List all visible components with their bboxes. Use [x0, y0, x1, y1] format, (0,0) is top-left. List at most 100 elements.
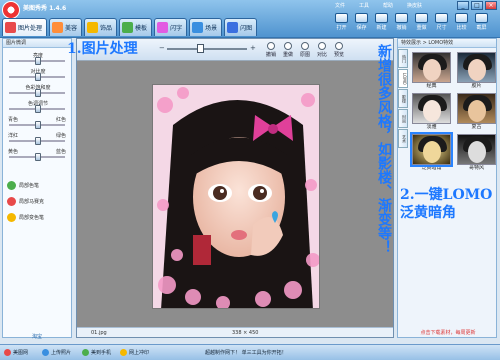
canvas-compare-button[interactable]: 对比 [314, 42, 330, 58]
main-tabs: 图片处理 美容 饰品 模板 闪字 场景 闪图 [2, 18, 258, 36]
preview-icon [335, 42, 343, 50]
effect-gothic[interactable]: 哥特风 [457, 134, 496, 172]
cyan-red-slider[interactable]: 青色 红色 [3, 116, 71, 132]
tab-beauty[interactable]: 美容 [49, 18, 83, 36]
tab-scene[interactable]: 场景 [189, 18, 223, 36]
resize-icon [435, 13, 448, 23]
contrast-slider[interactable]: 对比度 [3, 68, 71, 84]
undo-icon [395, 13, 408, 23]
tab-image-processing[interactable]: 图片处理 [2, 18, 48, 36]
redo-button[interactable]: 重做 [413, 13, 430, 31]
image-dimensions: 338 × 450 [232, 330, 259, 336]
effect-category-tabs: 热门 LOMO 影楼 时尚 艺术 [398, 49, 408, 149]
send-to-phone-link[interactable]: 美到手机 [82, 349, 111, 356]
meitu-site-link[interactable]: 美图网 [4, 349, 28, 356]
minimize-button[interactable]: _ [457, 1, 469, 10]
zoom-knob[interactable] [197, 44, 204, 53]
slider-knob[interactable] [35, 153, 41, 161]
effect-grid: 经典 胶片 淡雅 复古 泛黄暗角 哥特风 [410, 52, 496, 172]
tab-flash-image[interactable]: 闪图 [224, 18, 258, 36]
new-button[interactable]: 新建 [373, 13, 390, 31]
menu-help[interactable]: 帮助 [383, 2, 393, 9]
tab-art[interactable]: 艺术 [398, 129, 408, 148]
taobao-link[interactable]: 淘宝 [2, 333, 72, 343]
brightness-slider[interactable]: 亮度 [3, 52, 71, 68]
tab-templates[interactable]: 模板 [119, 18, 153, 36]
tab-studio[interactable]: 影楼 [398, 89, 408, 108]
app-window: 美图秀秀 1.4.6 文件 工具 帮助 换皮肤 _ □ × 图片处理 美容 饰品… [0, 0, 500, 360]
template-icon [122, 22, 134, 33]
effect-film[interactable]: 胶片 [457, 52, 496, 90]
yellow-blue-slider[interactable]: 黄色 蓝色 [3, 148, 71, 164]
local-color-pen-button[interactable]: 局部色笔 [7, 179, 67, 192]
canvas-status-bar: 01.jpg 338 × 450 [77, 327, 393, 337]
hue-slider[interactable]: 色调调节 [3, 100, 71, 116]
maximize-button[interactable]: □ [471, 1, 483, 10]
compare-button[interactable]: 比较 [453, 13, 470, 31]
effect-thumbnail [412, 52, 451, 83]
animation-icon [227, 22, 239, 33]
menu-file[interactable]: 文件 [335, 2, 345, 9]
canvas-redo-button[interactable]: 重做 [280, 42, 296, 58]
slider-knob[interactable] [35, 57, 41, 65]
tab-fashion[interactable]: 时尚 [398, 109, 408, 128]
annotation-vertical: 新增很多风格，如影楼、渐变等！ [376, 44, 392, 254]
slider-knob[interactable] [35, 105, 41, 113]
adjust-panel: 图片微调 亮度 对比度 色彩饱和度 色调调节 青色 红色 洋红 绿色 黄色 蓝色… [2, 38, 72, 338]
menu-bar: 文件 工具 帮助 换皮肤 [335, 2, 422, 9]
undo-button[interactable]: 撤销 [393, 13, 410, 31]
mosaic-icon [7, 197, 16, 206]
effects-panel-header: 特效展示 > LOMO特效 [398, 39, 496, 48]
screenshot-button[interactable]: 截屏 [473, 13, 490, 31]
upload-photo-link[interactable]: 上传照片 [42, 349, 71, 356]
annotation-lomo: 2.一键LOMO 泛黄暗角 [400, 187, 493, 221]
menu-tools[interactable]: 工具 [359, 2, 369, 9]
zoom-out-icon[interactable]: − [159, 44, 165, 52]
effect-classic[interactable]: 经典 [412, 52, 451, 90]
effect-retro[interactable]: 复古 [457, 93, 496, 131]
effect-elegant[interactable]: 淡雅 [412, 93, 451, 131]
save-icon [355, 13, 368, 23]
effect-thumbnail [457, 93, 496, 124]
slider-knob[interactable] [35, 73, 41, 81]
slider-knob[interactable] [35, 137, 41, 145]
local-recolor-button[interactable]: 局部变色笔 [7, 211, 67, 224]
close-button[interactable]: × [485, 1, 497, 10]
app-title: 美图秀秀 1.4.6 [23, 5, 67, 12]
file-name: 01.jpg [91, 330, 107, 336]
local-mosaic-button[interactable]: 局部马赛克 [7, 195, 67, 208]
online-print-link[interactable]: 网上冲印 [120, 349, 149, 356]
save-button[interactable]: 保存 [353, 13, 370, 31]
download-materials-link[interactable]: 点击下载素材，每周更新 [398, 329, 498, 336]
zoom-in-icon[interactable]: + [250, 44, 256, 52]
tab-hot[interactable]: 热门 [398, 49, 408, 68]
promo-text[interactable]: 超越制作网下！ 单三工具为你开拓！ [205, 349, 287, 356]
slider-knob[interactable] [35, 121, 41, 129]
tab-lomo[interactable]: LOMO [398, 69, 408, 88]
open-button[interactable]: 打开 [333, 13, 350, 31]
menu-skin[interactable]: 换皮肤 [407, 2, 422, 9]
phone-icon [82, 349, 89, 356]
gem-icon [87, 22, 99, 33]
redo-icon [284, 42, 292, 50]
magenta-green-slider[interactable]: 洋红 绿色 [3, 132, 71, 148]
new-file-icon [375, 13, 388, 23]
text-icon [157, 22, 169, 33]
effect-thumbnail [457, 52, 496, 83]
original-button[interactable]: 原图 [297, 42, 313, 58]
tab-flash-text[interactable]: 闪字 [154, 18, 188, 36]
globe-icon [4, 349, 11, 356]
preview-button[interactable]: 预览 [331, 42, 347, 58]
compare-icon [455, 13, 468, 23]
upload-icon [42, 349, 49, 356]
app-logo-icon [2, 1, 20, 19]
effect-yellow-vignette[interactable]: 泛黄暗角 [410, 132, 453, 172]
print-icon [120, 349, 127, 356]
tab-accessories[interactable]: 饰品 [84, 18, 118, 36]
slider-knob[interactable] [35, 89, 41, 97]
canvas-undo-button[interactable]: 撤销 [263, 42, 279, 58]
zoom-slider[interactable] [167, 48, 247, 50]
photo-canvas[interactable] [152, 84, 320, 309]
resize-button[interactable]: 尺寸 [433, 13, 450, 31]
saturation-slider[interactable]: 色彩饱和度 [3, 84, 71, 100]
